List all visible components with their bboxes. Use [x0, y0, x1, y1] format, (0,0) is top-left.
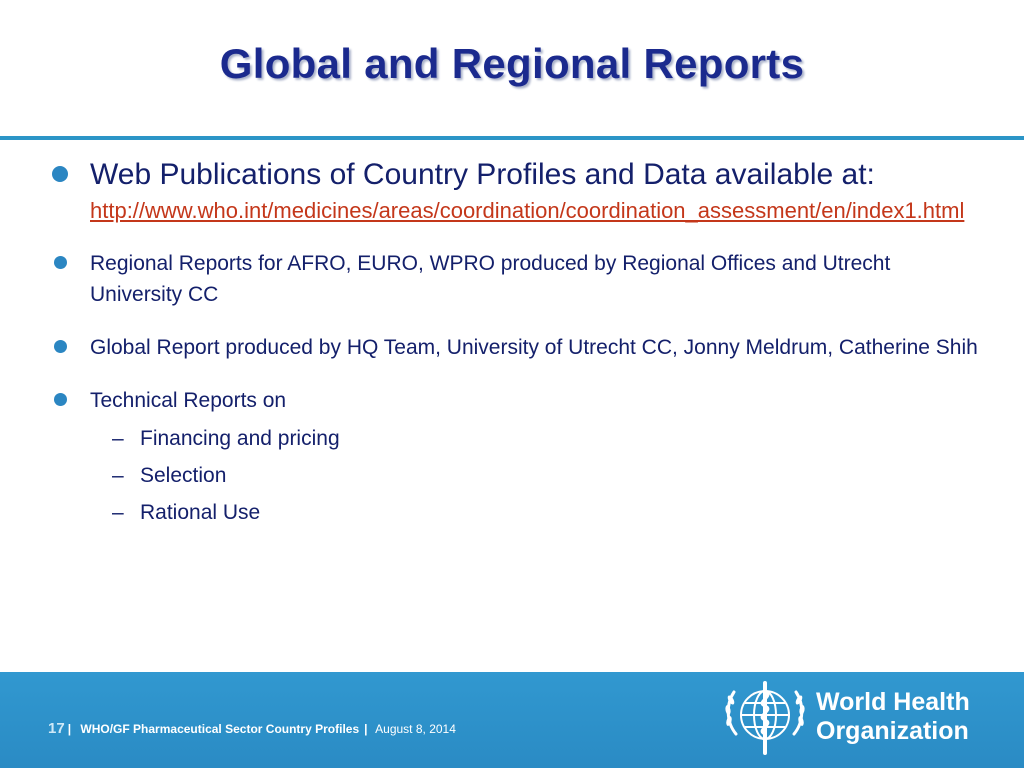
footer-info: 17 | WHO/GF Pharmaceutical Sector Country…	[48, 720, 456, 737]
page-number: 17	[48, 720, 65, 737]
bullet-dot-icon	[52, 166, 68, 182]
bullet-item-regional-reports: Regional Reports for AFRO, EURO, WPRO pr…	[50, 248, 980, 310]
footer-separator: |	[364, 722, 368, 736]
org-name-line2: Organization	[816, 717, 969, 745]
deck-date: August 8, 2014	[375, 722, 456, 736]
sublist-item: – Rational Use	[100, 494, 980, 531]
publications-link[interactable]: http://www.who.int/medicines/areas/coord…	[90, 195, 980, 226]
sublist-item: – Selection	[100, 457, 980, 494]
bullet-text: Web Publications of Country Profiles and…	[90, 158, 875, 191]
deck-name: WHO/GF Pharmaceutical Sector Country Pro…	[80, 722, 360, 736]
org-name-line1: World Health	[816, 688, 970, 716]
who-emblem-icon	[725, 681, 805, 755]
bullet-dot-icon	[54, 256, 67, 269]
dash-icon: –	[112, 501, 124, 524]
sublist-item: – Financing and pricing	[100, 420, 980, 457]
bullet-item-technical-reports: Technical Reports on – Financing and pri…	[50, 385, 980, 531]
bullet-text: Technical Reports on	[90, 389, 287, 412]
slide-title: Global and Regional Reports	[219, 40, 805, 87]
dash-icon: –	[112, 427, 124, 450]
bullet-list: Web Publications of Country Profiles and…	[50, 156, 980, 531]
bullet-item-global-report: Global Report produced by HQ Team, Unive…	[50, 332, 980, 363]
technical-reports-sublist: – Financing and pricing – Selection – Ra…	[90, 420, 980, 531]
bullet-text: Regional Reports for AFRO, EURO, WPRO pr…	[90, 252, 891, 306]
organization-name: World Health Organization	[816, 688, 970, 746]
bullet-dot-icon	[54, 393, 67, 406]
title-divider	[0, 136, 1024, 140]
dash-icon: –	[112, 464, 124, 487]
bullet-dot-icon	[54, 340, 67, 353]
footer-separator: |	[67, 722, 72, 736]
bullet-item-web-publications: Web Publications of Country Profiles and…	[50, 156, 980, 226]
bullet-text: Global Report produced by HQ Team, Unive…	[90, 336, 978, 359]
slide: Global and Regional Reports Web Publicat…	[0, 0, 1024, 768]
